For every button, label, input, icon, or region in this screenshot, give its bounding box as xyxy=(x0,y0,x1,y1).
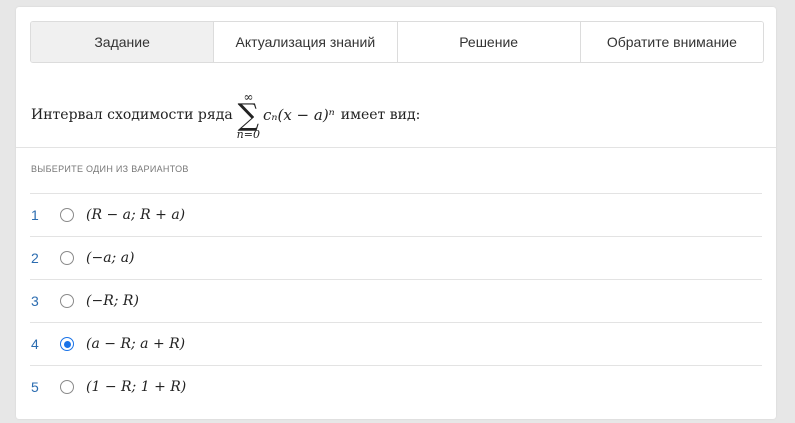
question-prefix: Интервал сходимости ряда xyxy=(31,107,233,123)
tab-task[interactable]: Задание xyxy=(31,22,214,62)
option-text: (R − a; R + a) xyxy=(86,207,186,223)
sum-symbol: ∞ ∑ n=0 xyxy=(236,89,260,141)
options-list: 1 (R − a; R + a) 2 (−a; a) 3 (−R; R) 4 (… xyxy=(30,193,762,408)
option-1[interactable]: 1 (R − a; R + a) xyxy=(30,193,762,236)
question-expression: cₙ(x − a)ⁿ xyxy=(262,106,335,124)
option-text: (−R; R) xyxy=(86,293,139,309)
option-text: (−a; a) xyxy=(86,250,135,266)
option-2[interactable]: 2 (−a; a) xyxy=(30,236,762,279)
answer-hint: ВЫБЕРИТЕ ОДИН ИЗ ВАРИАНТОВ xyxy=(31,164,189,174)
option-3[interactable]: 3 (−R; R) xyxy=(30,279,762,322)
option-text: (1 − R; 1 + R) xyxy=(86,379,187,395)
option-number: 3 xyxy=(31,293,39,309)
sum-lower-limit: n=0 xyxy=(236,127,260,141)
option-text: (a − R; a + R) xyxy=(86,336,186,352)
option-number: 5 xyxy=(31,379,39,395)
tab-attention[interactable]: Обратите внимание xyxy=(579,22,763,62)
divider xyxy=(16,147,776,148)
radio-button[interactable] xyxy=(60,208,74,222)
tab-solution[interactable]: Решение xyxy=(396,22,580,62)
option-number: 1 xyxy=(31,207,39,223)
question-suffix: имеет вид: xyxy=(340,107,421,123)
option-number: 2 xyxy=(31,250,39,266)
radio-button-selected[interactable] xyxy=(60,337,74,351)
radio-button[interactable] xyxy=(60,294,74,308)
option-number: 4 xyxy=(31,336,39,352)
tab-knowledge[interactable]: Актуализация знаний xyxy=(213,22,397,62)
question-text: Интервал сходимости ряда ∞ ∑ n=0 cₙ(x − … xyxy=(31,85,420,145)
option-4[interactable]: 4 (a − R; a + R) xyxy=(30,322,762,365)
radio-button[interactable] xyxy=(60,251,74,265)
tab-bar: Задание Актуализация знаний Решение Обра… xyxy=(30,21,764,63)
radio-button[interactable] xyxy=(60,380,74,394)
task-card: Задание Актуализация знаний Решение Обра… xyxy=(16,7,776,419)
option-5[interactable]: 5 (1 − R; 1 + R) xyxy=(30,365,762,408)
